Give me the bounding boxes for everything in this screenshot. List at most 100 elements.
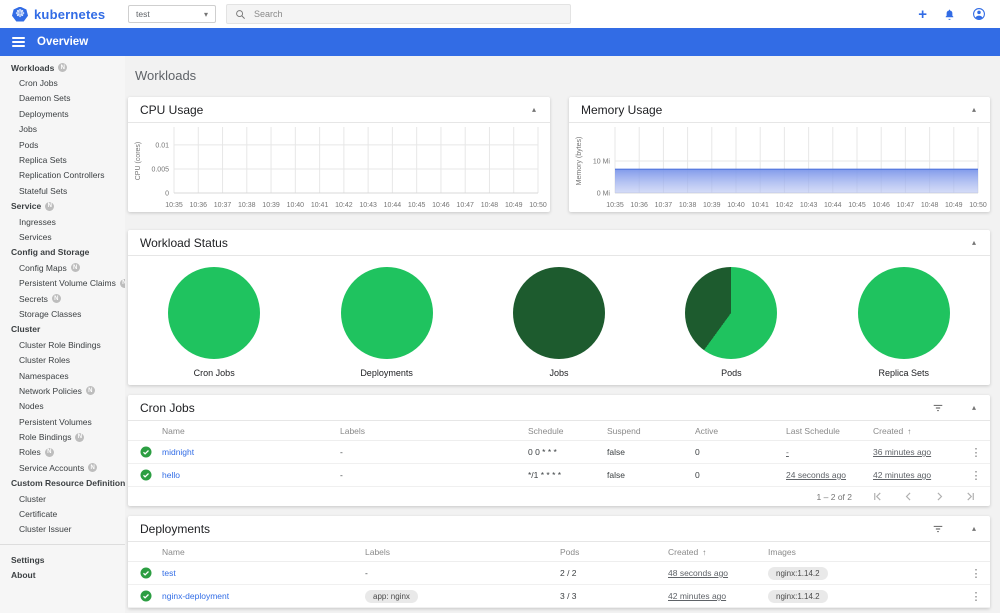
deployment-name-link[interactable]: test <box>162 568 176 578</box>
svg-text:10:36: 10:36 <box>190 202 208 209</box>
svg-text:10:39: 10:39 <box>703 202 721 209</box>
workload-pie-jobs: Jobs <box>484 267 634 378</box>
svg-text:10:43: 10:43 <box>800 202 818 209</box>
sidebar-item-jobs[interactable]: Jobs <box>0 122 125 137</box>
row-menu-button[interactable]: ⋮ <box>962 590 990 603</box>
cell-last-schedule: 24 seconds ago <box>786 470 847 480</box>
previous-page-button[interactable] <box>903 491 914 502</box>
card-title: Deployments <box>140 521 211 536</box>
sidebar-item-roles[interactable]: Roles N <box>0 445 125 460</box>
filter-button[interactable] <box>932 523 944 535</box>
sidebar-item-storage-classes[interactable]: Storage Classes <box>0 306 125 321</box>
sidebar-item-cluster-issuer[interactable]: Cluster Issuer <box>0 522 125 537</box>
deployment-name-link[interactable]: nginx-deployment <box>162 591 229 601</box>
sidebar-item-certificate[interactable]: Certificate <box>0 506 125 521</box>
cronjob-name-link[interactable]: hello <box>162 470 180 480</box>
cell-created: 42 minutes ago <box>668 591 727 601</box>
svg-text:10:49: 10:49 <box>945 202 963 209</box>
sidebar-item-about[interactable]: About <box>0 568 125 583</box>
menu-icon[interactable] <box>12 35 25 49</box>
sidebar-item-secrets[interactable]: Secrets N <box>0 291 125 306</box>
deployments-card: Deployments ▴ Name Labels Pods Created ↑ Imag… <box>128 516 990 608</box>
sidebar-item-stateful-sets[interactable]: Stateful Sets <box>0 183 125 198</box>
column-header-labels[interactable]: Labels <box>340 426 528 436</box>
sidebar-item-config-maps[interactable]: Config Maps N <box>0 260 125 275</box>
create-resource-button[interactable]: + <box>918 7 927 22</box>
column-header-active[interactable]: Active <box>695 426 786 436</box>
filter-button[interactable] <box>932 402 944 414</box>
cell-schedule: */1 * * * * <box>528 470 562 480</box>
cell-labels: app: nginx <box>365 589 560 603</box>
namespace-select[interactable]: test ▾ <box>128 5 216 23</box>
cronjob-name-link[interactable]: midnight <box>162 447 194 457</box>
row-menu-button[interactable]: ⋮ <box>962 469 990 482</box>
svg-text:10:50: 10:50 <box>969 202 987 209</box>
sidebar-item-service-accounts[interactable]: Service Accounts N <box>0 460 125 475</box>
svg-text:10:37: 10:37 <box>655 202 673 209</box>
table-row: hello - */1 * * * * false 0 24 seconds ago 42 … <box>128 464 990 487</box>
bell-icon <box>945 9 954 20</box>
sidebar-item-nodes[interactable]: Nodes <box>0 399 125 414</box>
svg-text:10:46: 10:46 <box>432 202 450 209</box>
sidebar-item-cluster[interactable]: Cluster <box>0 491 125 506</box>
sidebar-item-pods[interactable]: Pods <box>0 137 125 152</box>
svg-text:10:43: 10:43 <box>359 202 377 209</box>
image-chip: nginx:1.14.2 <box>768 589 828 603</box>
sidebar-item-services[interactable]: Services <box>0 229 125 244</box>
column-header-pods[interactable]: Pods <box>560 547 668 557</box>
cell-suspend: false <box>607 447 625 457</box>
next-page-button[interactable] <box>934 491 945 502</box>
sidebar-item-namespaces[interactable]: Namespaces <box>0 368 125 383</box>
sidebar-item-replication-controllers[interactable]: Replication Controllers <box>0 168 125 183</box>
column-header-name[interactable]: Name <box>162 426 340 436</box>
sidebar-item-cluster-roles[interactable]: Cluster Roles <box>0 352 125 367</box>
sidebar-item-ingresses[interactable]: Ingresses <box>0 214 125 229</box>
sidebar-item-persistent-volumes[interactable]: Persistent Volumes <box>0 414 125 429</box>
column-header-name[interactable]: Name <box>162 547 365 557</box>
sidebar-item-role-bindings[interactable]: Role Bindings N <box>0 429 125 444</box>
column-header-images[interactable]: Images <box>768 547 962 557</box>
collapse-button[interactable]: ▴ <box>970 104 978 116</box>
sidebar-item-cluster-role-bindings[interactable]: Cluster Role Bindings <box>0 337 125 352</box>
svg-text:10:48: 10:48 <box>481 202 499 209</box>
svg-text:10:42: 10:42 <box>776 202 794 209</box>
card-title: Memory Usage <box>581 102 663 117</box>
header-actions: + <box>918 7 1000 22</box>
row-menu-button[interactable]: ⋮ <box>962 446 990 459</box>
column-header-last-schedule[interactable]: Last Schedule <box>786 426 873 436</box>
sidebar-item-workloads[interactable]: Workloads N <box>0 60 125 75</box>
account-button[interactable] <box>972 7 986 21</box>
sidebar-item-persistent-volume-claims[interactable]: Persistent Volume Claims N <box>0 275 125 290</box>
last-page-button[interactable] <box>965 491 976 502</box>
column-header-labels[interactable]: Labels <box>365 547 560 557</box>
sidebar-item-replica-sets[interactable]: Replica Sets <box>0 152 125 167</box>
first-page-button[interactable] <box>872 491 883 502</box>
sidebar-item-custom-resource-definitions: Custom Resource Definitions <box>11 478 125 489</box>
sidebar-item-config-and-storage: Config and Storage <box>11 247 90 258</box>
column-header-suspend[interactable]: Suspend <box>607 426 695 436</box>
pie-label: Pods <box>721 368 742 378</box>
column-header-schedule[interactable]: Schedule <box>528 426 607 436</box>
sidebar-item-cron-jobs[interactable]: Cron Jobs <box>0 75 125 90</box>
sidebar-item-network-policies[interactable]: Network Policies N <box>0 383 125 398</box>
row-menu-button[interactable]: ⋮ <box>962 567 990 580</box>
search-input[interactable] <box>254 9 562 19</box>
notifications-button[interactable] <box>943 8 956 21</box>
workload-pie-pods: Pods <box>656 267 806 378</box>
column-header-created[interactable]: Created ↑ <box>873 426 962 436</box>
collapse-button[interactable]: ▴ <box>530 104 538 116</box>
column-header-created[interactable]: Created ↑ <box>668 547 768 557</box>
kubernetes-logo-icon: ☸ <box>12 6 28 22</box>
sidebar-item-settings[interactable]: Settings <box>0 552 125 567</box>
sidebar-item-deployments[interactable]: Deployments <box>0 106 125 121</box>
collapse-button[interactable]: ▴ <box>970 237 978 249</box>
table-row: nginx-deployment app: nginx 3 / 3 42 minute… <box>128 585 990 608</box>
kubernetes-logo[interactable]: ☸ kubernetes <box>0 6 128 22</box>
status-ok-icon <box>128 590 162 602</box>
svg-text:10:45: 10:45 <box>408 202 426 209</box>
collapse-button[interactable]: ▴ <box>970 402 978 414</box>
collapse-button[interactable]: ▴ <box>970 523 978 535</box>
sidebar-item-daemon-sets[interactable]: Daemon Sets <box>0 91 125 106</box>
sidebar-item-service[interactable]: Service N <box>0 199 125 214</box>
cell-active: 0 <box>695 447 700 457</box>
